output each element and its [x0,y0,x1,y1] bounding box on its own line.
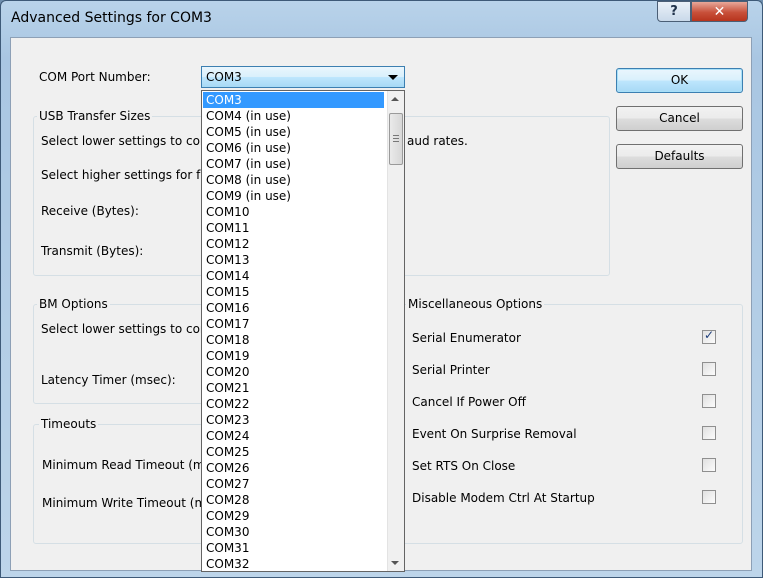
help-icon: ? [670,4,678,19]
misc-label-event-on-surprise-removal: Event On Surprise Removal [412,427,577,441]
dropdown-option[interactable]: COM29 [203,508,384,524]
dropdown-option[interactable]: COM18 [203,332,384,348]
ok-button[interactable]: OK [616,68,743,93]
serial-printer-checkbox[interactable] [702,362,716,376]
dropdown-option[interactable]: COM9 (in use) [203,188,384,204]
bm-options-title: BM Options [37,297,110,311]
check-icon: ✓ [704,328,715,342]
dropdown-option[interactable]: COM24 [203,428,384,444]
scrollbar-thumb[interactable] [389,113,403,165]
transmit-label: Transmit (Bytes): [41,244,144,258]
cancel-if-power-off-checkbox[interactable] [702,394,716,408]
misc-label-disable-modem-ctrl: Disable Modem Ctrl At Startup [412,491,595,505]
usb-line1: Select lower settings to corr [41,134,210,148]
dropdown-option[interactable]: COM15 [203,284,384,300]
com-port-label: COM Port Number: [39,70,151,84]
dropdown-option[interactable]: COM3 [203,92,384,108]
usb-line1-tail: aud rates. [407,134,468,148]
dropdown-option[interactable]: COM21 [203,380,384,396]
dropdown-option[interactable]: COM12 [203,236,384,252]
usb-line2: Select higher settings for fas [41,168,214,182]
dropdown-option[interactable]: COM23 [203,412,384,428]
misc-label-serial-enumerator: Serial Enumerator [412,331,521,345]
window-title: Advanced Settings for COM3 [11,10,212,26]
chevron-down-icon[interactable] [388,75,398,80]
misc-options-title: Miscellaneous Options [406,297,545,311]
dropdown-option[interactable]: COM17 [203,316,384,332]
defaults-button[interactable]: Defaults [616,144,743,169]
dropdown-option[interactable]: COM10 [203,204,384,220]
close-icon: ✕ [713,3,726,20]
dropdown-option[interactable]: COM30 [203,524,384,540]
dropdown-option[interactable]: COM13 [203,252,384,268]
misc-label-set-rts-on-close: Set RTS On Close [412,459,516,473]
disable-modem-ctrl-checkbox[interactable] [702,490,716,504]
com-port-select[interactable]: COM3 [201,66,405,88]
receive-label: Receive (Bytes): [41,204,139,218]
bm-line1: Select lower settings to corr [41,322,210,336]
dropdown-option[interactable]: COM6 (in use) [203,140,384,156]
dropdown-option[interactable]: COM7 (in use) [203,156,384,172]
dropdown-option[interactable]: COM22 [203,396,384,412]
latency-label: Latency Timer (msec): [41,373,176,387]
cancel-button[interactable]: Cancel [616,106,743,131]
dropdown-option[interactable]: COM8 (in use) [203,172,384,188]
event-on-surprise-removal-checkbox[interactable] [702,426,716,440]
dropdown-option[interactable]: COM27 [203,476,384,492]
dropdown-option[interactable]: COM4 (in use) [203,108,384,124]
com-port-dropdown-list[interactable]: COM3 COM4 (in use) COM5 (in use) COM6 (in u… [201,90,405,572]
misc-label-cancel-if-power-off: Cancel If Power Off [412,395,526,409]
serial-enumerator-checkbox[interactable]: ✓ [702,328,716,344]
dropdown-option[interactable]: COM31 [203,540,384,556]
dropdown-option[interactable]: COM11 [203,220,384,236]
min-read-timeout-label: Minimum Read Timeout (ms [42,458,211,472]
min-write-timeout-label: Minimum Write Timeout (ms [42,496,213,510]
scroll-down-icon[interactable] [391,561,399,565]
usb-transfer-title: USB Transfer Sizes [37,109,153,123]
com-port-value: COM3 [206,70,242,84]
close-button[interactable]: ✕ [691,1,748,22]
dropdown-option[interactable]: COM19 [203,348,384,364]
dropdown-option[interactable]: COM20 [203,364,384,380]
scroll-up-icon[interactable] [391,97,399,101]
set-rts-on-close-checkbox[interactable] [702,458,716,472]
dropdown-option[interactable]: COM28 [203,492,384,508]
dropdown-option[interactable]: COM26 [203,460,384,476]
dropdown-option[interactable]: COM25 [203,444,384,460]
dropdown-option[interactable]: COM14 [203,268,384,284]
help-button[interactable]: ? [657,1,691,22]
dropdown-option[interactable]: COM5 (in use) [203,124,384,140]
dropdown-option[interactable]: COM16 [203,300,384,316]
dropdown-scrollbar[interactable] [387,91,404,571]
misc-label-serial-printer: Serial Printer [412,363,490,377]
timeouts-title: Timeouts [39,417,99,431]
dropdown-option[interactable]: COM32 [203,556,384,571]
